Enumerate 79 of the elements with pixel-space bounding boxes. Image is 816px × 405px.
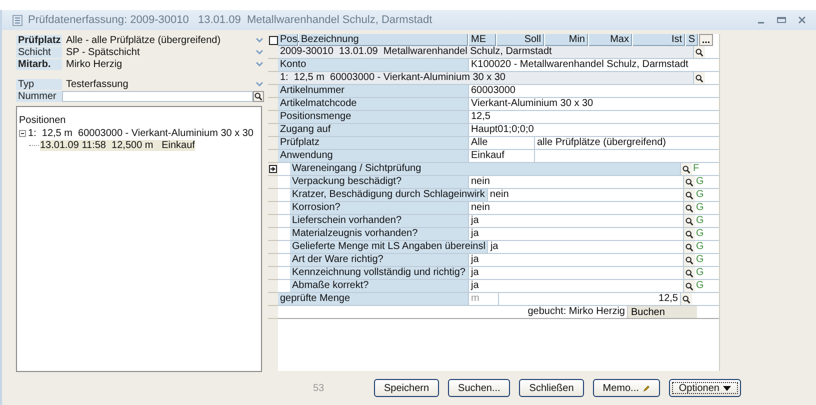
search-icon[interactable] <box>683 228 695 240</box>
field-label: Mitarb. <box>16 58 62 70</box>
column-header[interactable]: ME <box>469 34 496 46</box>
tree-title: Positionen <box>19 115 67 127</box>
column-header[interactable]: S <box>686 34 698 46</box>
booking-note: gebucht: Mirko Herzig <box>526 306 626 318</box>
field-label: Prüfplatz <box>278 137 468 149</box>
question-label: Art der Ware richtig? <box>290 254 468 266</box>
tree-item[interactable]: 13.01.09 11:58 12,500 m Einkauf <box>40 140 195 150</box>
status-label: G <box>695 241 705 253</box>
search-icon[interactable] <box>693 46 705 58</box>
status-label: G <box>695 254 705 266</box>
search-icon[interactable] <box>683 176 695 188</box>
status-label: G <box>695 189 705 201</box>
column-header[interactable]: Bezeichnung <box>299 34 468 46</box>
question-label: Gelieferte Menge mit LS Angaben übereinsl <box>290 241 488 253</box>
search-icon[interactable] <box>680 163 692 175</box>
window-title: Prüfdatenerfassung: 2009-30010 13.01.09 Metallwarenhandel Schulz, Darmstadt <box>28 14 432 26</box>
column-header[interactable]: Max <box>589 34 632 46</box>
field-label: Artikelnummer <box>278 85 468 97</box>
field-label: Artikelmatchcode <box>278 98 468 110</box>
document-icon <box>12 14 23 26</box>
column-header[interactable]: Min <box>545 34 588 46</box>
action-button[interactable]: Suchen... <box>448 379 510 397</box>
dropdown-arrow-icon <box>723 386 732 390</box>
column-header[interactable]: Ist <box>633 34 685 46</box>
question-label: Kennzeichnung vollständig und richtig? <box>290 267 468 279</box>
section-header: 2009-30010 13.01.09 Metallwarenhandel Schulz, Darmstadt <box>278 46 693 58</box>
tree-item[interactable]: 1: 12,5 m 60003000 - Vierkant-Aluminium 30 x 30 <box>28 128 254 138</box>
search-icon[interactable] <box>683 202 695 214</box>
checkbox[interactable] <box>268 36 278 44</box>
input-field[interactable] <box>62 90 253 102</box>
status-label: G <box>695 267 705 279</box>
status-label: F <box>692 163 700 175</box>
group-label: Wareneingang / Sichtprüfung <box>290 163 680 175</box>
question-label: Kratzer, Beschädigung durch Schlageinwirk <box>290 189 487 201</box>
search-icon[interactable] <box>680 293 692 305</box>
question-label: Abmaße korrekt? <box>290 280 468 292</box>
search-icon[interactable] <box>683 241 695 253</box>
field-label: Typ <box>16 78 62 90</box>
field-label: Zugang auf <box>278 124 468 136</box>
action-button[interactable]: Optionen <box>668 379 742 397</box>
status-label: G <box>695 228 705 240</box>
search-icon[interactable] <box>683 267 695 279</box>
question-label: Verpackung beschädigt? <box>290 176 468 188</box>
field-label: Nummer <box>16 90 62 102</box>
search-icon[interactable] <box>683 254 695 266</box>
question-label: Materialzeugnis vorhanden? <box>290 228 468 240</box>
book-button[interactable]: Buchen <box>627 306 697 318</box>
action-button[interactable]: Speichern <box>374 379 440 397</box>
search-icon[interactable] <box>683 189 695 201</box>
search-icon[interactable] <box>683 280 695 292</box>
close-icon[interactable] <box>798 16 806 24</box>
field-label: Konto <box>278 59 468 71</box>
status-label: G <box>695 202 705 214</box>
search-icon[interactable] <box>693 72 705 84</box>
search-icon[interactable] <box>253 90 264 102</box>
field-label: geprüfte Menge <box>278 293 468 305</box>
field-label: Positionsmenge <box>278 111 468 123</box>
question-label: Lieferschein vorhanden? <box>290 215 468 227</box>
pencil-icon <box>642 384 650 392</box>
field-label: Schicht <box>16 46 62 58</box>
status-label: G <box>695 280 705 292</box>
action-button[interactable]: Memo... <box>592 379 660 397</box>
collapse-icon[interactable] <box>19 130 26 136</box>
status-label: G <box>695 176 705 188</box>
action-button[interactable]: Schließen <box>519 379 584 397</box>
quantity-field[interactable]: 12,5 <box>498 293 680 305</box>
search-icon[interactable] <box>683 215 695 227</box>
field-label: Anwendung <box>278 150 468 162</box>
maximize-icon[interactable] <box>777 16 786 24</box>
more-button[interactable]: ... <box>699 34 713 46</box>
status-label: G <box>695 215 705 227</box>
section-header: 1: 12,5 m 60003000 - Vierkant-Aluminium 30 x 30 <box>278 72 693 84</box>
field-label: Prüfplatz <box>16 34 62 46</box>
column-header[interactable]: Soll <box>497 34 544 46</box>
record-count: 53 <box>313 382 326 394</box>
question-label: Korrosion? <box>290 202 468 214</box>
column-header[interactable]: Pos. <box>278 34 298 46</box>
